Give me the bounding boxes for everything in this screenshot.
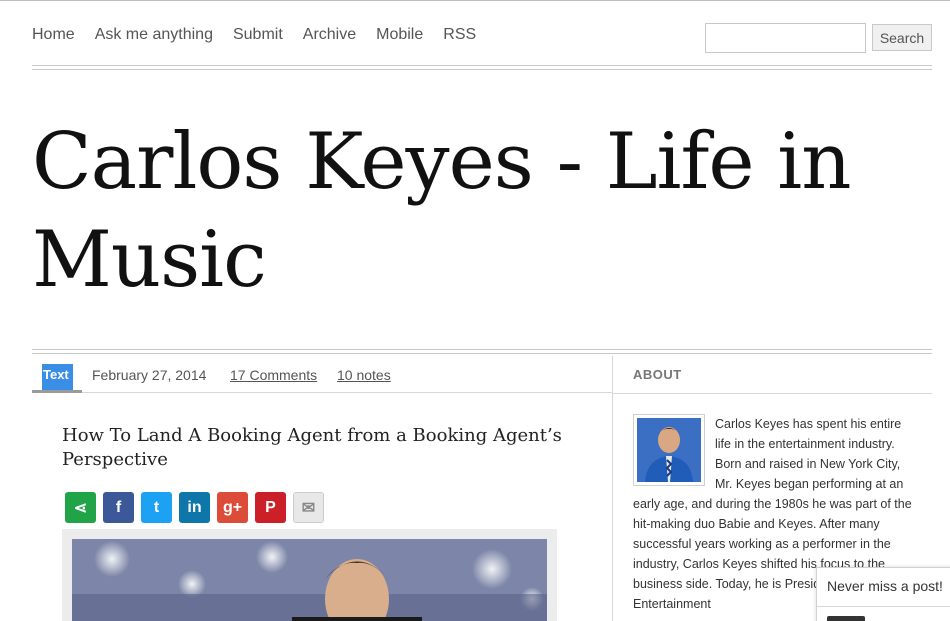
top-border: [0, 0, 950, 1]
twitter-icon[interactable]: t: [141, 492, 172, 523]
about-heading: ABOUT: [633, 367, 682, 382]
content-divider: [32, 349, 932, 354]
avatar-photo: [637, 418, 701, 482]
popup-divider: [817, 606, 950, 607]
google-plus-icon-glyph: g+: [222, 498, 243, 516]
email-icon-glyph: ✉: [301, 499, 316, 517]
newsletter-popup[interactable]: Never miss a post!: [816, 567, 950, 621]
photo-illustration: [72, 539, 547, 621]
post-image: [72, 539, 547, 621]
nav-submit[interactable]: Submit: [233, 26, 283, 44]
nav-ask-me-anything[interactable]: Ask me anything: [95, 26, 213, 44]
twitter-icon-glyph: t: [153, 498, 160, 516]
about-divider: [612, 393, 932, 394]
post-meta-bar: Text February 27, 2014 17 Comments 10 no…: [32, 356, 612, 393]
nav-home[interactable]: Home: [32, 26, 75, 44]
facebook-icon[interactable]: f: [103, 492, 134, 523]
search-input[interactable]: [705, 23, 866, 53]
post-date: February 27, 2014: [92, 367, 207, 383]
share-icon[interactable]: ⋖: [65, 492, 96, 523]
pinterest-icon-glyph: P: [265, 498, 276, 516]
facebook-icon-glyph: f: [115, 498, 122, 516]
nav-rss[interactable]: RSS: [443, 26, 476, 44]
linkedin-icon-glyph: in: [187, 498, 202, 516]
post-comments-link[interactable]: 17 Comments: [230, 367, 317, 383]
popup-text: Never miss a post!: [827, 578, 943, 594]
search-button[interactable]: Search: [872, 24, 932, 51]
share-icon-glyph: ⋖: [73, 499, 88, 517]
email-icon[interactable]: ✉: [293, 492, 324, 523]
column-divider: [612, 356, 613, 621]
main-nav: Home Ask me anything Submit Archive Mobi…: [32, 26, 476, 44]
pinterest-icon[interactable]: P: [255, 492, 286, 523]
site-title[interactable]: Carlos Keyes - Life in Music: [32, 113, 892, 309]
post-type-underline: [32, 390, 82, 393]
popup-avatar: [827, 616, 865, 621]
post-type-badge[interactable]: Text: [42, 364, 73, 392]
nav-archive[interactable]: Archive: [303, 26, 356, 44]
linkedin-icon[interactable]: in: [179, 492, 210, 523]
avatar[interactable]: [633, 414, 705, 486]
post-notes-link[interactable]: 10 notes: [337, 367, 391, 383]
nav-mobile[interactable]: Mobile: [376, 26, 423, 44]
header-divider: [32, 65, 932, 70]
post-title[interactable]: How To Land A Booking Agent from a Booki…: [62, 424, 582, 472]
google-plus-icon[interactable]: g+: [217, 492, 248, 523]
share-buttons: ⋖ f t in g+ P ✉: [65, 492, 324, 523]
